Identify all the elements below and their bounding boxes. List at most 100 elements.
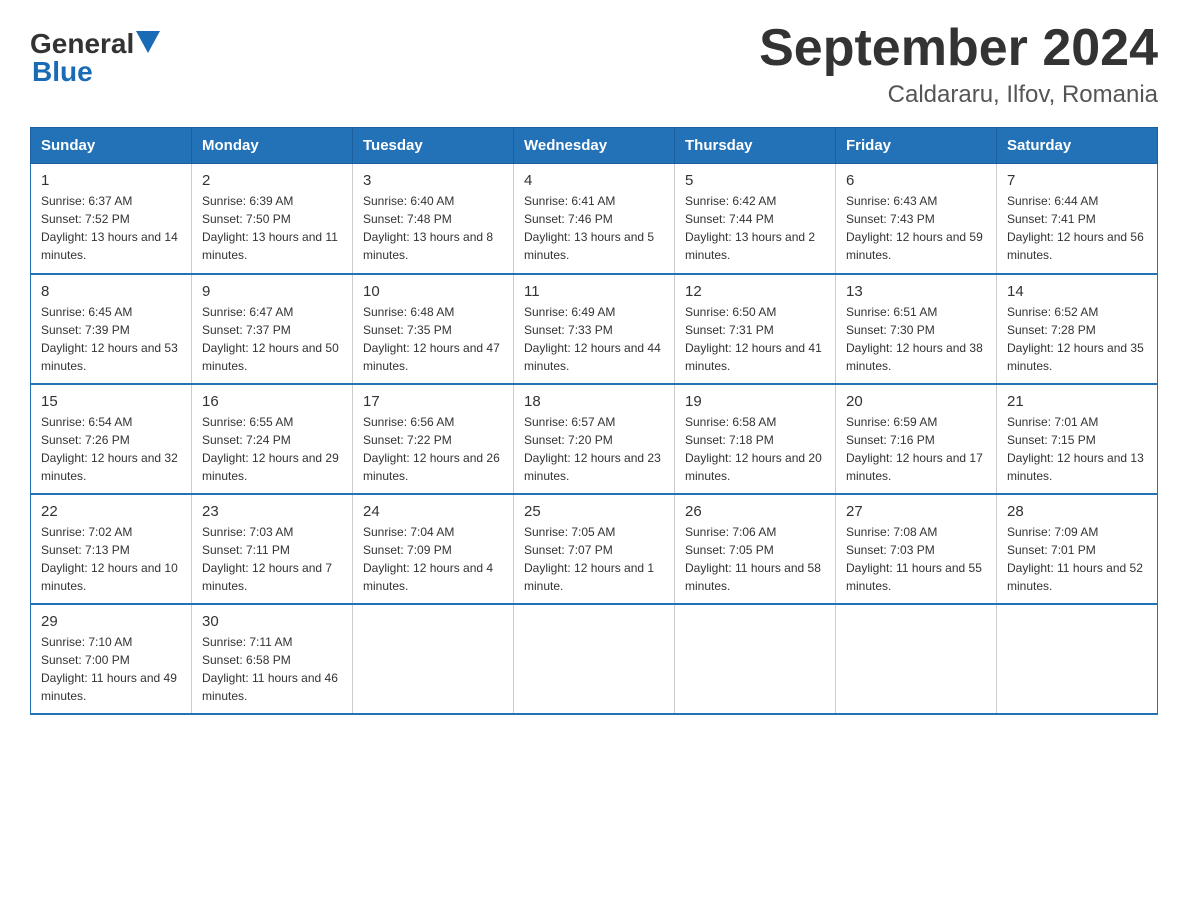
day-number: 4 <box>524 172 664 189</box>
calendar-cell: 15 Sunrise: 6:54 AMSunset: 7:26 PMDayligh… <box>31 384 192 494</box>
day-number: 22 <box>41 503 181 520</box>
day-info: Sunrise: 7:11 AMSunset: 6:58 PMDaylight:… <box>202 633 342 705</box>
calendar-cell: 22 Sunrise: 7:02 AMSunset: 7:13 PMDayligh… <box>31 494 192 604</box>
calendar-cell: 8 Sunrise: 6:45 AMSunset: 7:39 PMDaylight… <box>31 274 192 384</box>
weekday-header-saturday: Saturday <box>997 128 1158 164</box>
calendar-cell: 30 Sunrise: 7:11 AMSunset: 6:58 PMDayligh… <box>192 604 353 714</box>
day-number: 8 <box>41 283 181 300</box>
calendar-table: SundayMondayTuesdayWednesdayThursdayFrid… <box>30 127 1158 715</box>
logo-blue: Blue <box>32 56 93 88</box>
day-info: Sunrise: 6:57 AMSunset: 7:20 PMDaylight:… <box>524 413 664 485</box>
day-number: 10 <box>363 283 503 300</box>
calendar-cell: 20 Sunrise: 6:59 AMSunset: 7:16 PMDayligh… <box>836 384 997 494</box>
day-info: Sunrise: 6:37 AMSunset: 7:52 PMDaylight:… <box>41 192 181 264</box>
week-row-2: 8 Sunrise: 6:45 AMSunset: 7:39 PMDaylight… <box>31 274 1158 384</box>
day-number: 30 <box>202 613 342 630</box>
day-info: Sunrise: 7:02 AMSunset: 7:13 PMDaylight:… <box>41 523 181 595</box>
day-info: Sunrise: 6:58 AMSunset: 7:18 PMDaylight:… <box>685 413 825 485</box>
day-number: 2 <box>202 172 342 189</box>
day-number: 21 <box>1007 393 1147 410</box>
day-info: Sunrise: 6:44 AMSunset: 7:41 PMDaylight:… <box>1007 192 1147 264</box>
day-number: 5 <box>685 172 825 189</box>
day-number: 13 <box>846 283 986 300</box>
day-info: Sunrise: 6:59 AMSunset: 7:16 PMDaylight:… <box>846 413 986 485</box>
day-info: Sunrise: 6:52 AMSunset: 7:28 PMDaylight:… <box>1007 303 1147 375</box>
day-number: 6 <box>846 172 986 189</box>
day-info: Sunrise: 7:03 AMSunset: 7:11 PMDaylight:… <box>202 523 342 595</box>
page-header: General Blue September 2024 Caldararu, I… <box>30 20 1158 109</box>
weekday-header-sunday: Sunday <box>31 128 192 164</box>
weekday-header-wednesday: Wednesday <box>514 128 675 164</box>
calendar-cell <box>353 604 514 714</box>
calendar-cell: 4 Sunrise: 6:41 AMSunset: 7:46 PMDaylight… <box>514 164 675 274</box>
day-number: 1 <box>41 172 181 189</box>
day-info: Sunrise: 6:41 AMSunset: 7:46 PMDaylight:… <box>524 192 664 264</box>
weekday-header-tuesday: Tuesday <box>353 128 514 164</box>
day-info: Sunrise: 6:51 AMSunset: 7:30 PMDaylight:… <box>846 303 986 375</box>
day-number: 24 <box>363 503 503 520</box>
day-number: 28 <box>1007 503 1147 520</box>
day-number: 29 <box>41 613 181 630</box>
location-title: Caldararu, Ilfov, Romania <box>759 81 1158 109</box>
calendar-cell: 1 Sunrise: 6:37 AMSunset: 7:52 PMDaylight… <box>31 164 192 274</box>
day-number: 9 <box>202 283 342 300</box>
day-number: 12 <box>685 283 825 300</box>
day-info: Sunrise: 6:49 AMSunset: 7:33 PMDaylight:… <box>524 303 664 375</box>
calendar-cell: 19 Sunrise: 6:58 AMSunset: 7:18 PMDayligh… <box>675 384 836 494</box>
day-number: 11 <box>524 283 664 300</box>
calendar-cell: 17Sunrise: 6:56 AMSunset: 7:22 PMDayligh… <box>353 384 514 494</box>
day-info: Sunrise: 6:55 AMSunset: 7:24 PMDaylight:… <box>202 413 342 485</box>
calendar-cell <box>675 604 836 714</box>
calendar-cell: 29 Sunrise: 7:10 AMSunset: 7:00 PMDayligh… <box>31 604 192 714</box>
day-info: Sunrise: 7:09 AMSunset: 7:01 PMDaylight:… <box>1007 523 1147 595</box>
calendar-cell: 11 Sunrise: 6:49 AMSunset: 7:33 PMDayligh… <box>514 274 675 384</box>
day-info: Sunrise: 7:08 AMSunset: 7:03 PMDaylight:… <box>846 523 986 595</box>
day-number: 3 <box>363 172 503 189</box>
day-info: Sunrise: 6:45 AMSunset: 7:39 PMDaylight:… <box>41 303 181 375</box>
calendar-cell: 27 Sunrise: 7:08 AMSunset: 7:03 PMDayligh… <box>836 494 997 604</box>
day-number: 26 <box>685 503 825 520</box>
day-number: 19 <box>685 393 825 410</box>
weekday-header-friday: Friday <box>836 128 997 164</box>
calendar-cell: 6 Sunrise: 6:43 AMSunset: 7:43 PMDaylight… <box>836 164 997 274</box>
week-row-4: 22 Sunrise: 7:02 AMSunset: 7:13 PMDayligh… <box>31 494 1158 604</box>
calendar-cell: 26 Sunrise: 7:06 AMSunset: 7:05 PMDayligh… <box>675 494 836 604</box>
calendar-cell: 21Sunrise: 7:01 AMSunset: 7:15 PMDayligh… <box>997 384 1158 494</box>
calendar-cell: 16 Sunrise: 6:55 AMSunset: 7:24 PMDayligh… <box>192 384 353 494</box>
weekday-header-row: SundayMondayTuesdayWednesdayThursdayFrid… <box>31 128 1158 164</box>
calendar-cell: 3Sunrise: 6:40 AMSunset: 7:48 PMDaylight… <box>353 164 514 274</box>
day-number: 20 <box>846 393 986 410</box>
day-number: 27 <box>846 503 986 520</box>
day-number: 16 <box>202 393 342 410</box>
day-info: Sunrise: 6:54 AMSunset: 7:26 PMDaylight:… <box>41 413 181 485</box>
weekday-header-monday: Monday <box>192 128 353 164</box>
calendar-cell: 24 Sunrise: 7:04 AMSunset: 7:09 PMDayligh… <box>353 494 514 604</box>
calendar-cell: 2 Sunrise: 6:39 AMSunset: 7:50 PMDaylight… <box>192 164 353 274</box>
calendar-cell: 5 Sunrise: 6:42 AMSunset: 7:44 PMDaylight… <box>675 164 836 274</box>
day-number: 14 <box>1007 283 1147 300</box>
calendar-cell: 10Sunrise: 6:48 AMSunset: 7:35 PMDayligh… <box>353 274 514 384</box>
day-info: Sunrise: 7:05 AMSunset: 7:07 PMDaylight:… <box>524 523 664 595</box>
day-info: Sunrise: 6:39 AMSunset: 7:50 PMDaylight:… <box>202 192 342 264</box>
day-number: 18 <box>524 393 664 410</box>
calendar-cell: 28 Sunrise: 7:09 AMSunset: 7:01 PMDayligh… <box>997 494 1158 604</box>
week-row-5: 29 Sunrise: 7:10 AMSunset: 7:00 PMDayligh… <box>31 604 1158 714</box>
month-title: September 2024 <box>759 20 1158 77</box>
calendar-cell: 9 Sunrise: 6:47 AMSunset: 7:37 PMDaylight… <box>192 274 353 384</box>
day-info: Sunrise: 7:04 AMSunset: 7:09 PMDaylight:… <box>363 523 503 595</box>
day-info: Sunrise: 6:42 AMSunset: 7:44 PMDaylight:… <box>685 192 825 264</box>
day-info: Sunrise: 6:47 AMSunset: 7:37 PMDaylight:… <box>202 303 342 375</box>
day-number: 15 <box>41 393 181 410</box>
title-section: September 2024 Caldararu, Ilfov, Romania <box>759 20 1158 109</box>
week-row-3: 15 Sunrise: 6:54 AMSunset: 7:26 PMDayligh… <box>31 384 1158 494</box>
calendar-cell: 13 Sunrise: 6:51 AMSunset: 7:30 PMDayligh… <box>836 274 997 384</box>
day-info: Sunrise: 6:50 AMSunset: 7:31 PMDaylight:… <box>685 303 825 375</box>
day-info: Sunrise: 7:10 AMSunset: 7:00 PMDaylight:… <box>41 633 181 705</box>
day-info: Sunrise: 6:43 AMSunset: 7:43 PMDaylight:… <box>846 192 986 264</box>
calendar-cell: 12 Sunrise: 6:50 AMSunset: 7:31 PMDayligh… <box>675 274 836 384</box>
calendar-cell <box>836 604 997 714</box>
day-info: Sunrise: 6:56 AMSunset: 7:22 PMDaylight:… <box>363 413 503 485</box>
day-info: Sunrise: 7:06 AMSunset: 7:05 PMDaylight:… <box>685 523 825 595</box>
day-number: 7 <box>1007 172 1147 189</box>
logo: General Blue <box>30 20 160 88</box>
